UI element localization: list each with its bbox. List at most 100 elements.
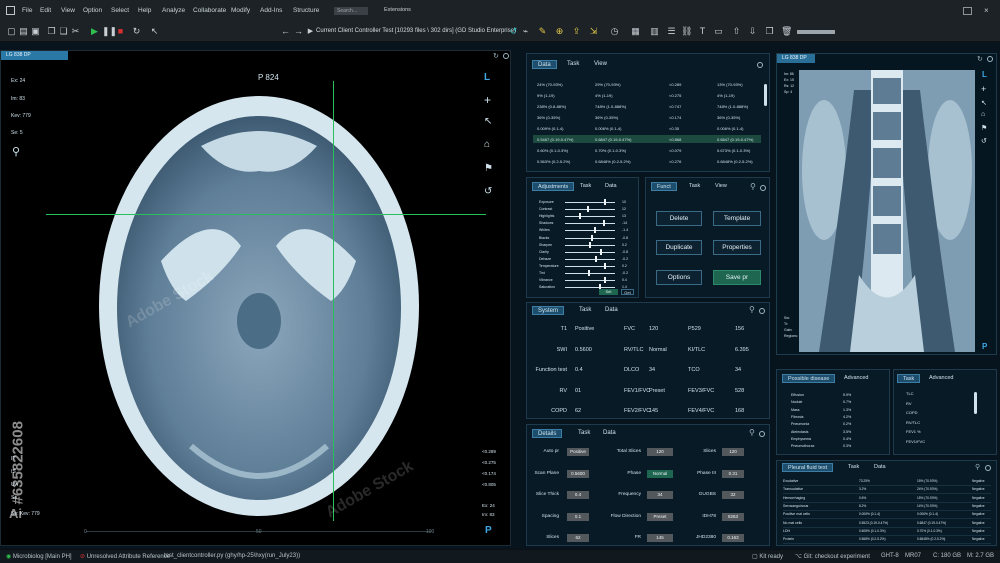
crosshair-vertical[interactable]	[333, 81, 334, 521]
rotate-icon[interactable]: ↺	[981, 137, 987, 145]
settings-icon[interactable]	[503, 53, 509, 59]
menu-add-ins[interactable]: Add-Ins	[260, 7, 282, 14]
doc-export-icon[interactable]: ⇪	[571, 26, 582, 37]
search-icon[interactable]: ⚲	[975, 463, 980, 471]
task-item[interactable]: RV	[906, 401, 911, 406]
tab-task[interactable]: Task	[897, 374, 921, 383]
folder-icon[interactable]: ▭	[713, 26, 724, 37]
settings-icon[interactable]	[985, 465, 991, 471]
menu-extensions[interactable]: Extensions	[384, 7, 411, 13]
details-value[interactable]: 0.4	[567, 491, 589, 499]
mri-viewer[interactable]: LG 838 DP ↻ Im: 86 Ex: 15 Rs: 12 Sp: 4 L…	[776, 53, 997, 355]
slider-track[interactable]	[565, 237, 615, 239]
details-value[interactable]: Normal	[647, 469, 673, 478]
file-status[interactable]: test_clientcontroller.py (ghy/hp-25\hxy(…	[164, 553, 300, 559]
bookmark-icon[interactable]: ⌂	[981, 111, 985, 118]
select-arrow-icon[interactable]: ↖	[981, 99, 987, 107]
slider-handle[interactable]	[589, 241, 591, 248]
search-icon[interactable]: ⚲	[750, 182, 756, 191]
tab-task[interactable]: Task	[684, 182, 705, 191]
trash-icon[interactable]: 🗑	[781, 26, 792, 37]
tab-data[interactable]: Data	[600, 182, 622, 191]
details-value[interactable]: Positive	[567, 448, 589, 456]
task-item[interactable]: FEV1/FVC	[906, 439, 925, 444]
slider-handle[interactable]	[594, 255, 597, 262]
slider-track[interactable]	[565, 265, 615, 267]
tab-data[interactable]: Data	[869, 463, 891, 472]
tab-view[interactable]: View	[710, 182, 732, 191]
slider-handle[interactable]	[591, 234, 594, 241]
copy-icon[interactable]: ❐	[46, 26, 57, 37]
paste-icon[interactable]: ❏	[58, 26, 69, 37]
tab-task[interactable]: Task	[562, 60, 584, 69]
task-item[interactable]: RV/TLC	[906, 420, 920, 425]
settings-icon[interactable]	[757, 62, 763, 68]
crosshair-add-icon[interactable]: +	[484, 93, 491, 107]
slider-track[interactable]	[565, 216, 615, 218]
forward-arrow-icon[interactable]: →	[293, 26, 304, 37]
slider-handle[interactable]	[579, 213, 582, 220]
mri-spine-image[interactable]	[799, 70, 975, 352]
export-icon[interactable]: ⇧	[731, 26, 742, 37]
table-icon[interactable]: ▥	[649, 26, 660, 37]
flag-icon[interactable]: ⚑	[981, 124, 987, 132]
ct-viewer[interactable]: LG 838 DP ↻ Ex: 24 Im: 83 Kev: 779 Se: 5…	[0, 50, 511, 546]
save-preset-button[interactable]: Save pr	[713, 270, 761, 285]
menu-select[interactable]: Select	[111, 7, 129, 14]
tab-task[interactable]: Task	[575, 182, 596, 191]
search-input[interactable]: Search...	[334, 7, 368, 15]
task-item[interactable]: COPD	[906, 410, 918, 415]
menu-structure[interactable]: Structure	[293, 7, 319, 14]
bookmark-icon[interactable]: ⌂	[484, 139, 490, 150]
ct-scan-image[interactable]	[91, 86, 421, 526]
details-value[interactable]: 0.5600	[567, 469, 589, 478]
branch-icon[interactable]: ⌁	[520, 26, 531, 37]
sync-view-icon[interactable]: ↻	[493, 52, 499, 60]
list-icon[interactable]: ☰	[666, 26, 677, 37]
stop-icon[interactable]: ■	[115, 26, 126, 37]
menu-edit[interactable]: Edit	[40, 7, 51, 14]
menu-modify[interactable]: Modify	[231, 7, 250, 14]
tab-task[interactable]: Task	[843, 463, 864, 472]
branch-status[interactable]: ◉ Microbiolog [Main PH]	[6, 553, 72, 560]
grid-icon[interactable]: ▦	[630, 26, 641, 37]
select-arrow-icon[interactable]: ↖	[484, 116, 492, 127]
slider-track[interactable]	[565, 202, 615, 203]
search-icon[interactable]: ⚲	[749, 428, 755, 437]
settings-icon[interactable]	[759, 308, 765, 314]
clock-icon[interactable]: ◷	[609, 26, 620, 37]
crosshair-horizontal[interactable]	[46, 214, 486, 215]
search-icon[interactable]: ⚲	[749, 305, 755, 314]
refresh-icon[interactable]: ↻	[131, 26, 142, 37]
git-status[interactable]: ⌥ Git: checkout experiment	[795, 553, 870, 560]
mri-viewer-tab[interactable]: LG 838 DP	[777, 54, 815, 63]
slider-track[interactable]	[565, 251, 615, 253]
slider-handle[interactable]	[593, 227, 596, 234]
details-value[interactable]: 0.1	[567, 512, 589, 521]
tab-details[interactable]: Details	[532, 429, 563, 438]
tab-system[interactable]: System	[532, 306, 565, 315]
pause-icon[interactable]: ❚❚	[102, 26, 117, 37]
menu-view[interactable]: View	[61, 7, 75, 14]
crosshair-add-icon[interactable]: +	[981, 84, 986, 94]
save-icon[interactable]: ▣	[30, 26, 41, 37]
menu-file[interactable]: File	[22, 7, 32, 14]
details-value[interactable]: 120	[722, 448, 744, 456]
slider-track[interactable]	[565, 258, 615, 260]
slider-track[interactable]	[565, 230, 615, 232]
menu-analyze[interactable]: Analyze	[162, 7, 185, 14]
menu-help[interactable]: Help	[138, 7, 151, 14]
doc-add-icon[interactable]: ⊕	[554, 26, 565, 37]
slider-track[interactable]	[565, 223, 615, 225]
slider-track[interactable]	[565, 209, 615, 211]
slider-handle[interactable]	[588, 270, 591, 276]
tab-possible-disease[interactable]: Possible disease	[782, 374, 836, 383]
settings-icon[interactable]	[759, 431, 765, 437]
tab-advanced[interactable]: Advanced	[839, 374, 873, 383]
details-value[interactable]: 0.163	[722, 534, 744, 542]
slider-handle[interactable]	[586, 206, 589, 213]
tab-task[interactable]: Task	[573, 429, 595, 438]
task-item[interactable]: TLC	[906, 391, 914, 396]
tab-data[interactable]: Data	[600, 306, 623, 315]
duplicate-button[interactable]: Duplicate	[656, 240, 702, 255]
